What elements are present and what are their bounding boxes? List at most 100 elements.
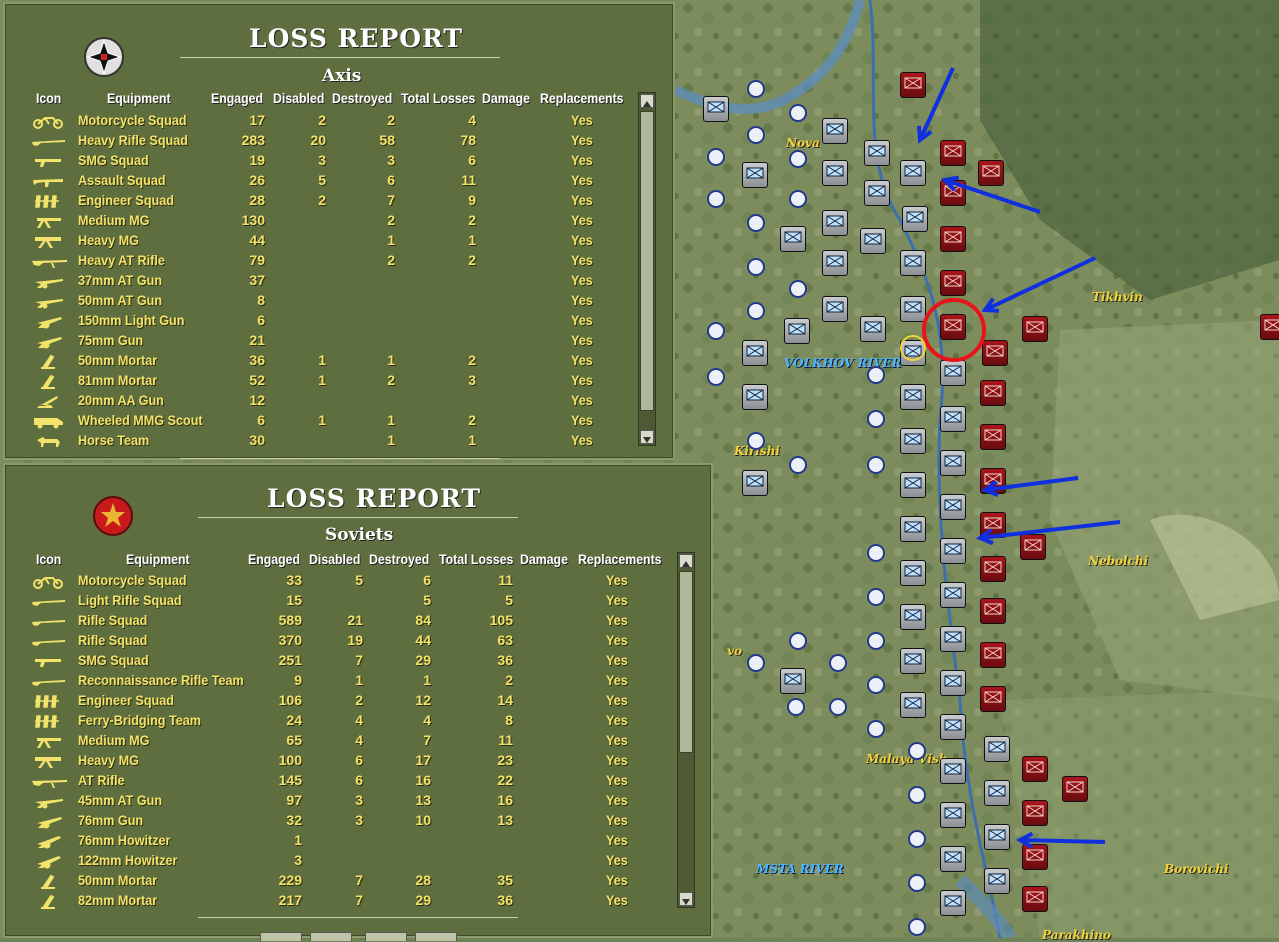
- equipment-name[interactable]: Motorcycle Squad: [78, 572, 187, 588]
- destroyed-value: 1: [387, 412, 395, 428]
- replacements-value: Yes: [571, 112, 593, 128]
- replacements-value: Yes: [571, 192, 593, 208]
- scroll-down-button[interactable]: [640, 430, 654, 444]
- destroyed-header[interactable]: Destroyed: [369, 551, 429, 567]
- machine-gun-icon: [31, 733, 69, 754]
- axis-scrollbar[interactable]: [638, 92, 656, 446]
- engaged-value: 3: [294, 852, 302, 868]
- equipment-name[interactable]: Medium MG: [78, 732, 149, 748]
- equipment-name[interactable]: 76mm Gun: [78, 812, 143, 828]
- equipment-name[interactable]: 76mm Howitzer: [78, 832, 170, 848]
- replacements-value: Yes: [606, 652, 628, 668]
- equipment-name[interactable]: Heavy AT Rifle: [78, 252, 165, 268]
- equipment-header[interactable]: Equipment: [107, 90, 171, 106]
- equipment-name[interactable]: AT Rifle: [78, 772, 125, 788]
- disabled-value: 2: [318, 112, 326, 128]
- destroyed-value: 7: [423, 732, 431, 748]
- toolbar-button[interactable]: [310, 932, 352, 941]
- equipment-name[interactable]: Heavy MG: [78, 752, 139, 768]
- destroyed-value: 17: [415, 752, 431, 768]
- soviet-scrollbar[interactable]: [677, 552, 695, 908]
- toolbar-button[interactable]: [415, 932, 457, 941]
- equipment-name[interactable]: Assault Squad: [78, 172, 166, 188]
- total-losses-value: 9: [468, 192, 476, 208]
- rifle-icon: [31, 133, 69, 154]
- destroyed-value: 44: [415, 632, 431, 648]
- disabled-value: 21: [347, 612, 363, 628]
- total-losses-value: 2: [468, 212, 476, 228]
- equipment-name[interactable]: Horse Team: [78, 432, 149, 448]
- equipment-name[interactable]: Light Rifle Squad: [78, 592, 182, 608]
- total-losses-header[interactable]: Total Losses: [439, 551, 513, 567]
- scroll-down-button[interactable]: [679, 892, 693, 906]
- replacements-value: Yes: [606, 832, 628, 848]
- total-losses-value: 105: [489, 612, 513, 628]
- destroyed-value: 58: [379, 132, 395, 148]
- equipment-name[interactable]: Rifle Squad: [78, 632, 147, 648]
- engaged-header[interactable]: Engaged: [248, 551, 300, 567]
- equipment-name[interactable]: 37mm AT Gun: [78, 272, 162, 288]
- disabled-value: 3: [355, 792, 363, 808]
- equipment-name[interactable]: 50mm AT Gun: [78, 292, 162, 308]
- equipment-name[interactable]: 50mm Mortar: [78, 352, 157, 368]
- iron-cross-icon: [83, 36, 125, 82]
- replacements-header[interactable]: Replacements: [540, 90, 624, 106]
- motorcycle-icon: [31, 113, 69, 134]
- replacements-value: Yes: [606, 672, 628, 688]
- toolbar-button[interactable]: [260, 932, 302, 941]
- engaged-value: 370: [278, 632, 302, 648]
- damage-header[interactable]: Damage: [520, 551, 568, 567]
- equipment-name[interactable]: SMG Squad: [78, 152, 149, 168]
- scroll-up-button[interactable]: [679, 554, 693, 568]
- equipment-name[interactable]: 82mm Mortar: [78, 892, 157, 908]
- equipment-name[interactable]: Heavy Rifle Squad: [78, 132, 188, 148]
- equipment-name[interactable]: Heavy MG: [78, 232, 139, 248]
- disabled-header[interactable]: Disabled: [273, 90, 324, 106]
- equipment-name[interactable]: Rifle Squad: [78, 612, 147, 628]
- equipment-name[interactable]: 81mm Mortar: [78, 372, 157, 388]
- equipment-name[interactable]: 75mm Gun: [78, 332, 143, 348]
- total-losses-value: 36: [497, 892, 513, 908]
- axis-loss-report-panel: LOSS REPORT Axis Icon Equipment Engaged Dis…: [3, 2, 675, 460]
- destroyed-value: 28: [415, 872, 431, 888]
- at-rifle-icon: [31, 773, 69, 794]
- equipment-name[interactable]: 122mm Howitzer: [78, 852, 177, 868]
- equipment-name[interactable]: Engineer Squad: [78, 192, 174, 208]
- destroyed-value: 2: [387, 372, 395, 388]
- equipment-name[interactable]: Motorcycle Squad: [78, 112, 187, 128]
- toolbar-button[interactable]: [365, 932, 407, 941]
- replacements-header[interactable]: Replacements: [578, 551, 662, 567]
- chevron-down-icon: [643, 437, 651, 443]
- equipment-name[interactable]: Ferry-Bridging Team: [78, 712, 201, 728]
- howitzer-icon: [31, 833, 69, 854]
- damage-header[interactable]: Damage: [482, 90, 530, 106]
- equipment-name[interactable]: 50mm Mortar: [78, 872, 157, 888]
- total-losses-value: 3: [468, 372, 476, 388]
- equipment-name[interactable]: Wheeled MMG Scout: [78, 412, 203, 428]
- equipment-name[interactable]: 45mm AT Gun: [78, 792, 162, 808]
- equipment-name[interactable]: 20mm AA Gun: [78, 392, 164, 408]
- disabled-header[interactable]: Disabled: [309, 551, 360, 567]
- replacements-value: Yes: [571, 432, 593, 448]
- equipment-header[interactable]: Equipment: [126, 551, 190, 567]
- total-losses-header[interactable]: Total Losses: [401, 90, 475, 106]
- scroll-thumb[interactable]: [679, 571, 693, 753]
- scroll-thumb[interactable]: [640, 111, 654, 411]
- engaged-value: 44: [249, 232, 265, 248]
- engineer-icon: [31, 693, 69, 714]
- destroyed-header[interactable]: Destroyed: [332, 90, 392, 106]
- equipment-name[interactable]: 150mm Light Gun: [78, 312, 184, 328]
- engaged-value: 17: [249, 112, 265, 128]
- icon-header[interactable]: Icon: [36, 90, 61, 106]
- engaged-value: 15: [286, 592, 302, 608]
- equipment-name[interactable]: Reconnaissance Rifle Team: [78, 672, 244, 688]
- scroll-up-button[interactable]: [640, 94, 654, 108]
- replacements-value: Yes: [571, 252, 593, 268]
- equipment-name[interactable]: Medium MG: [78, 212, 149, 228]
- equipment-name[interactable]: SMG Squad: [78, 652, 149, 668]
- icon-header[interactable]: Icon: [36, 551, 61, 567]
- engaged-header[interactable]: Engaged: [211, 90, 263, 106]
- equipment-name[interactable]: Engineer Squad: [78, 692, 174, 708]
- disabled-value: 20: [310, 132, 326, 148]
- total-losses-value: 63: [497, 632, 513, 648]
